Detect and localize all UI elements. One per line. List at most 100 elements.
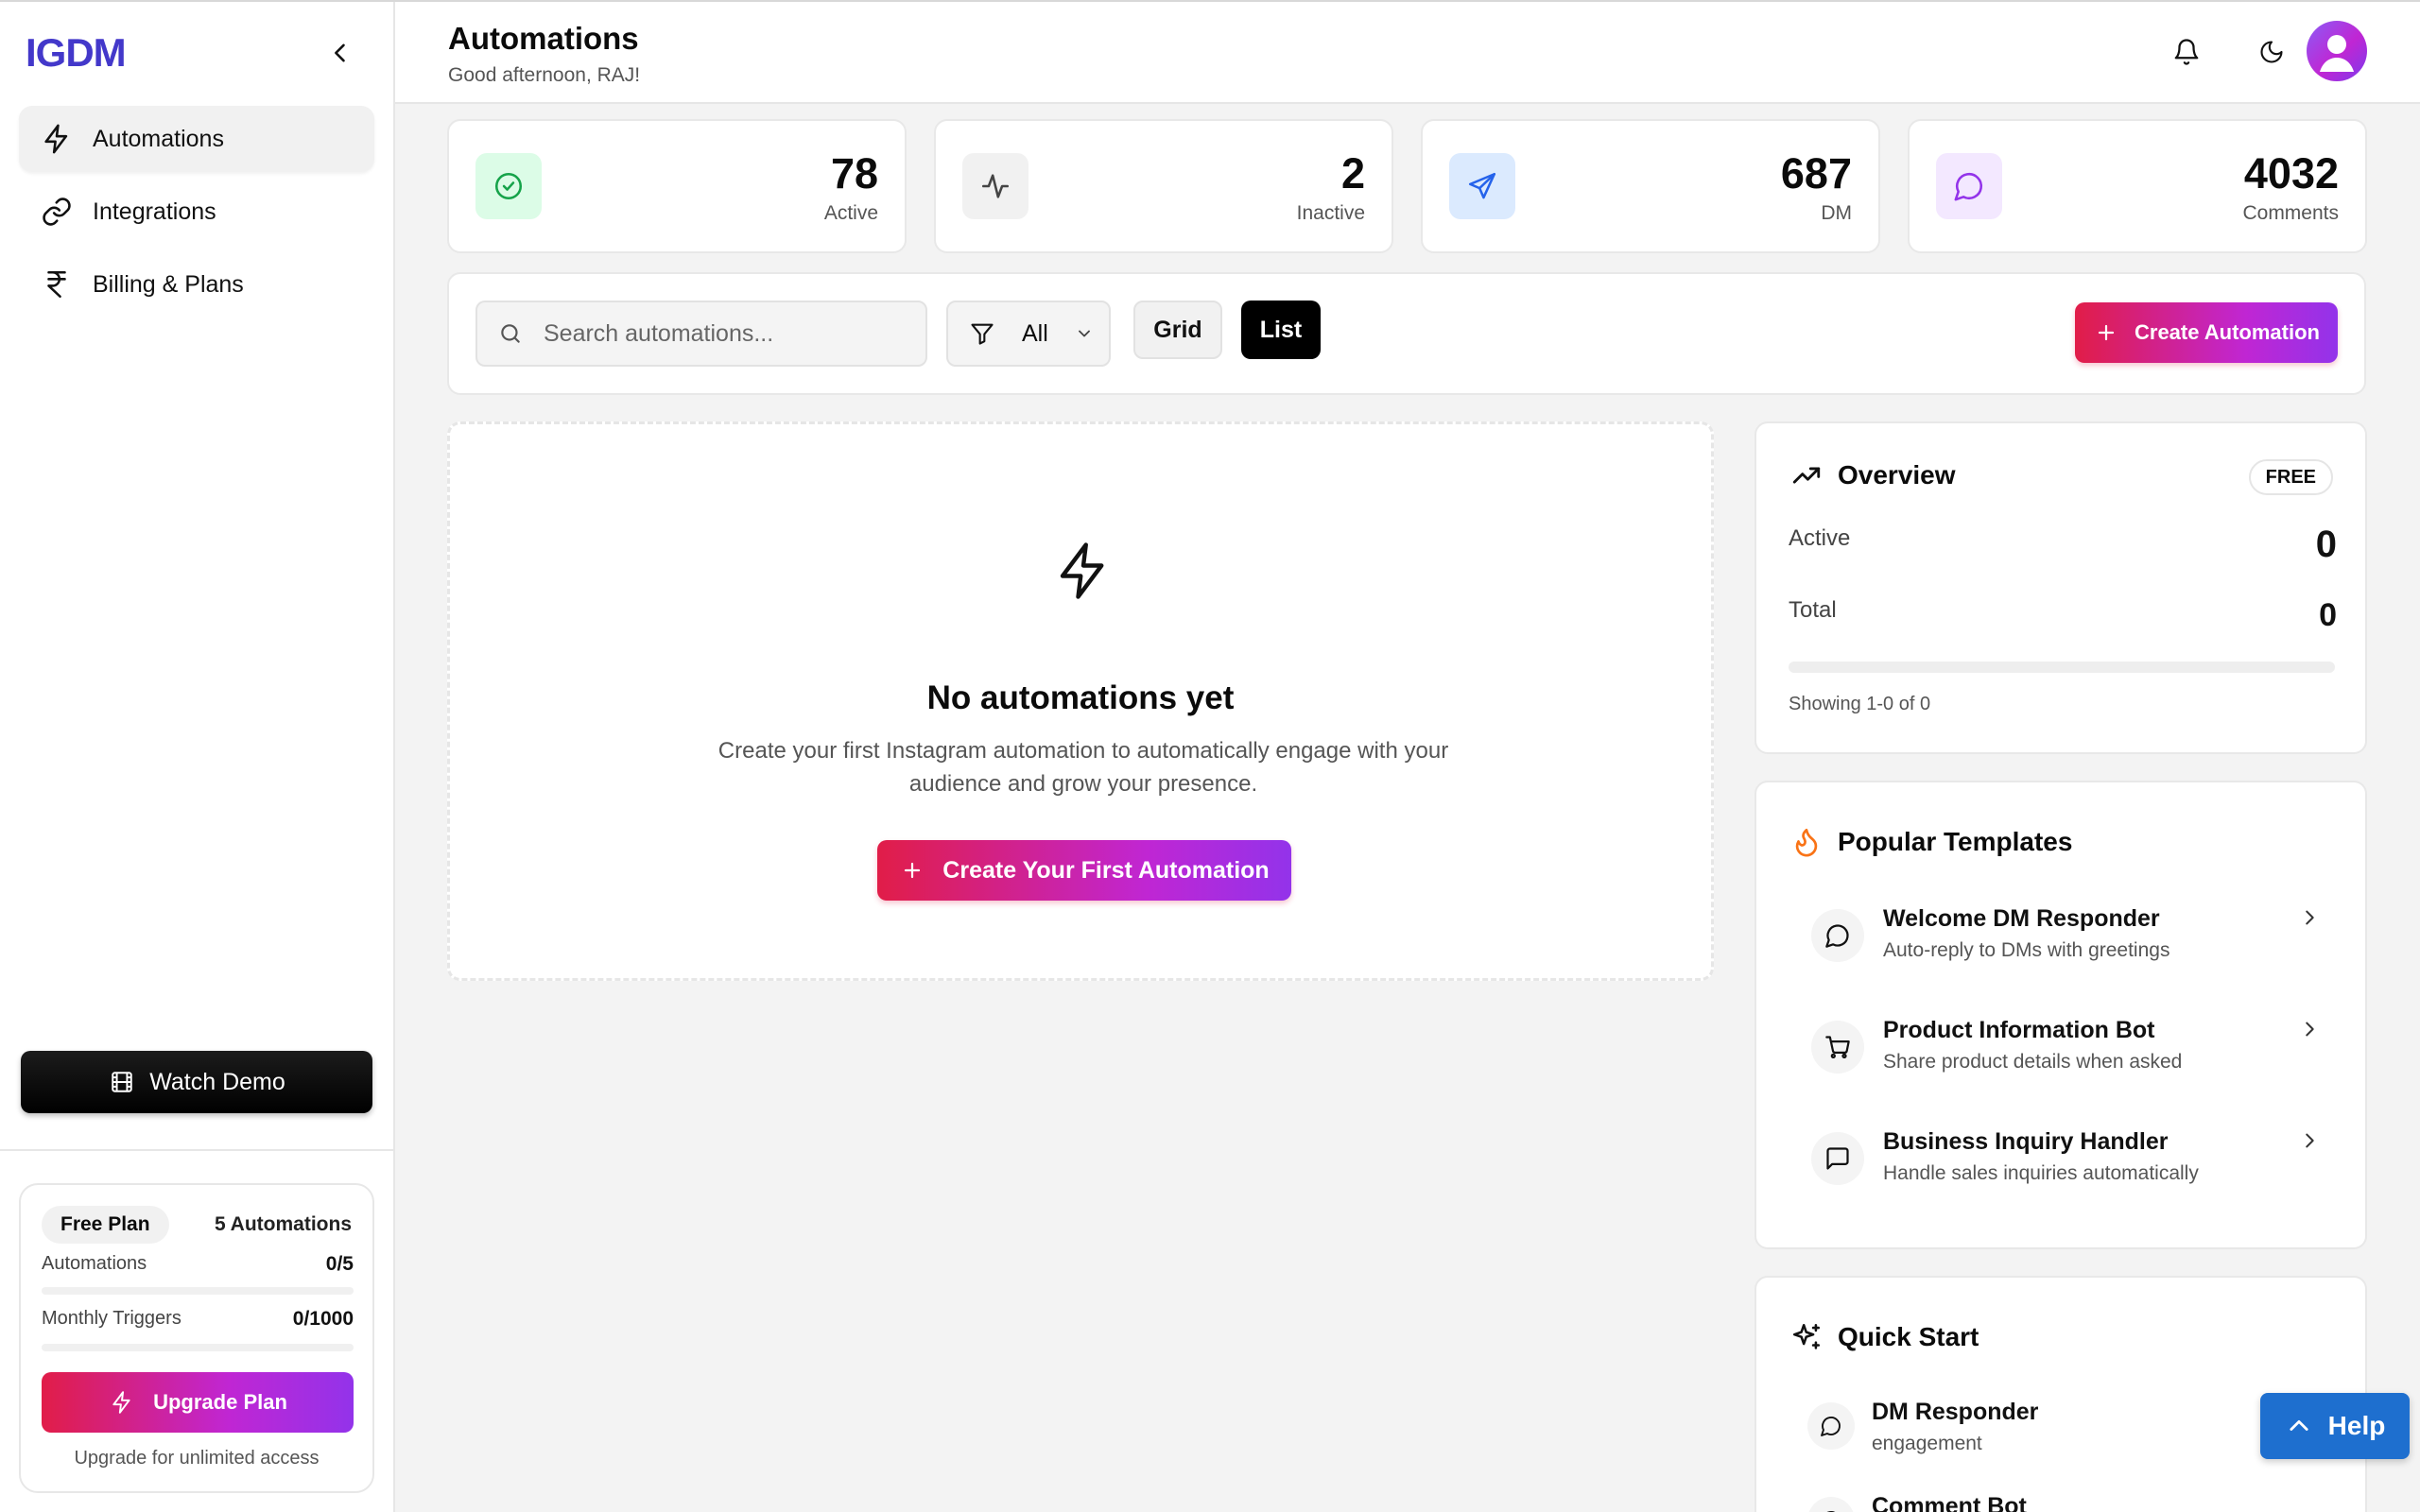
user-avatar[interactable] bbox=[2307, 21, 2367, 81]
automations-usage-value: 0/5 bbox=[325, 1253, 354, 1275]
plan-limit: 5 Automations bbox=[214, 1213, 352, 1235]
trending-up-icon bbox=[1789, 457, 1824, 493]
stat-badge bbox=[1936, 153, 2002, 219]
stat-badge bbox=[475, 153, 542, 219]
watch-demo-label: Watch Demo bbox=[149, 1068, 285, 1095]
plan-tier-badge: FREE bbox=[2248, 459, 2333, 495]
message-circle-icon bbox=[1811, 909, 1864, 962]
page-title: Automations bbox=[448, 21, 639, 56]
film-icon bbox=[108, 1068, 136, 1096]
template-item[interactable]: Business Inquiry Handler Handle sales in… bbox=[1811, 1128, 2322, 1213]
overview-active-row: Active 0 bbox=[1789, 524, 2337, 565]
automations-usage-bar bbox=[42, 1287, 354, 1295]
quick-start-item[interactable]: Comment Bot bbox=[1807, 1493, 2318, 1512]
collapse-sidebar-icon[interactable] bbox=[327, 40, 354, 66]
stat-label: Active bbox=[823, 202, 878, 224]
quick-start-name: Comment Bot bbox=[1872, 1493, 2027, 1512]
plan-card: Free Plan 5 Automations Automations 0/5 … bbox=[19, 1183, 374, 1493]
overview-pagination-text: Showing 1-0 of 0 bbox=[1789, 694, 1931, 714]
overview-total-label: Total bbox=[1789, 597, 1837, 623]
overview-title: Overview bbox=[1838, 460, 1956, 490]
chevron-right-icon bbox=[2297, 1017, 2322, 1041]
triggers-usage-bar bbox=[42, 1344, 354, 1351]
help-button[interactable]: Help bbox=[2260, 1393, 2410, 1459]
chevron-right-icon bbox=[2297, 905, 2322, 930]
plus-icon bbox=[2093, 319, 2119, 346]
zap-icon bbox=[108, 1388, 136, 1417]
rupee-icon bbox=[38, 266, 76, 303]
greeting-text: Good afternoon, RAJ! bbox=[448, 64, 641, 86]
empty-state: No automations yet Create your first Ins… bbox=[447, 421, 1714, 981]
overview-progress-bar bbox=[1789, 662, 2335, 673]
plus-icon bbox=[899, 857, 925, 884]
sidebar-item-integrations[interactable]: Integrations bbox=[19, 179, 374, 245]
upgrade-plan-label: Upgrade Plan bbox=[153, 1390, 287, 1414]
search-input[interactable] bbox=[544, 319, 903, 348]
stat-label: DM bbox=[1821, 202, 1852, 224]
create-first-automation-button[interactable]: Create Your First Automation bbox=[877, 840, 1291, 901]
automations-usage: Automations 0/5 bbox=[42, 1253, 354, 1275]
template-item[interactable]: Welcome DM Responder Auto-reply to DMs w… bbox=[1811, 905, 2322, 990]
automations-usage-label: Automations bbox=[42, 1253, 147, 1274]
bell-icon[interactable] bbox=[2170, 36, 2203, 68]
zap-icon bbox=[38, 120, 76, 158]
sidebar-divider bbox=[0, 1149, 393, 1151]
message-circle-icon bbox=[1953, 170, 1985, 202]
upgrade-plan-button[interactable]: Upgrade Plan bbox=[42, 1372, 354, 1433]
stat-value: 2 bbox=[1340, 149, 1365, 198]
filter-icon bbox=[967, 318, 997, 349]
templates-heading: Popular Templates bbox=[1789, 824, 2072, 860]
message-square-icon bbox=[1811, 1132, 1864, 1185]
stat-card-dm: 687 DM bbox=[1421, 119, 1880, 253]
overview-active-value: 0 bbox=[2315, 524, 2337, 565]
message-circle-icon bbox=[1807, 1497, 1855, 1512]
cart-icon bbox=[1811, 1021, 1864, 1074]
send-icon bbox=[1466, 170, 1498, 202]
stat-card-active: 78 Active bbox=[447, 119, 907, 253]
quick-start-item[interactable]: DM Responder engagement bbox=[1807, 1399, 2318, 1474]
template-name: Welcome DM Responder bbox=[1883, 905, 2160, 932]
stat-value: 687 bbox=[1780, 149, 1852, 198]
template-item[interactable]: Product Information Bot Share product de… bbox=[1811, 1017, 2322, 1102]
create-automation-button[interactable]: Create Automation bbox=[2075, 302, 2338, 363]
sidebar: IGDM Automations Integrations Billing & … bbox=[0, 2, 395, 1512]
check-circle-icon bbox=[493, 170, 525, 202]
search-box[interactable] bbox=[475, 301, 927, 367]
status-filter-select[interactable]: All bbox=[946, 301, 1111, 367]
templates-title: Popular Templates bbox=[1838, 827, 2073, 856]
chevron-up-icon bbox=[2285, 1412, 2313, 1440]
activity-icon bbox=[979, 170, 1011, 202]
quick-start-title: Quick Start bbox=[1838, 1322, 1979, 1351]
chevron-down-icon bbox=[1069, 318, 1099, 349]
popular-templates-panel: Popular Templates Welcome DM Responder A… bbox=[1754, 781, 2367, 1249]
app-logo[interactable]: IGDM bbox=[26, 30, 127, 76]
chevron-right-icon bbox=[2297, 1128, 2322, 1153]
empty-state-description: Create your first Instagram automation t… bbox=[717, 738, 1449, 797]
sidebar-item-label: Integrations bbox=[93, 198, 216, 225]
moon-icon[interactable] bbox=[2256, 36, 2288, 68]
plan-name-badge: Free Plan bbox=[42, 1206, 169, 1244]
sparkles-icon bbox=[1789, 1319, 1824, 1355]
quick-start-category: engagement bbox=[1872, 1433, 1982, 1454]
list-view-button[interactable]: List bbox=[1241, 301, 1321, 359]
message-circle-icon bbox=[1807, 1402, 1855, 1450]
sidebar-item-billing[interactable]: Billing & Plans bbox=[19, 251, 374, 318]
triggers-usage-label: Monthly Triggers bbox=[42, 1308, 182, 1329]
sidebar-item-automations[interactable]: Automations bbox=[19, 106, 374, 172]
template-description: Share product details when asked bbox=[1883, 1051, 2183, 1073]
sidebar-nav: Automations Integrations Billing & Plans bbox=[19, 106, 374, 324]
watch-demo-button[interactable]: Watch Demo bbox=[21, 1051, 372, 1113]
stat-value: 4032 bbox=[2243, 149, 2339, 198]
overview-total-value: 0 bbox=[2319, 597, 2337, 633]
upgrade-note: Upgrade for unlimited access bbox=[74, 1448, 320, 1469]
automations-toolbar: All Grid List Create Automation bbox=[447, 272, 2366, 395]
quick-start-heading: Quick Start bbox=[1789, 1319, 1979, 1355]
link-icon bbox=[38, 193, 76, 231]
overview-total-row: Total 0 bbox=[1789, 597, 2337, 633]
empty-state-title: No automations yet bbox=[926, 679, 1235, 716]
template-name: Product Information Bot bbox=[1883, 1017, 2155, 1043]
stat-badge bbox=[1449, 153, 1515, 219]
triggers-usage-value: 0/1000 bbox=[292, 1308, 354, 1330]
grid-view-button[interactable]: Grid bbox=[1133, 301, 1222, 359]
sidebar-item-label: Billing & Plans bbox=[93, 270, 244, 298]
